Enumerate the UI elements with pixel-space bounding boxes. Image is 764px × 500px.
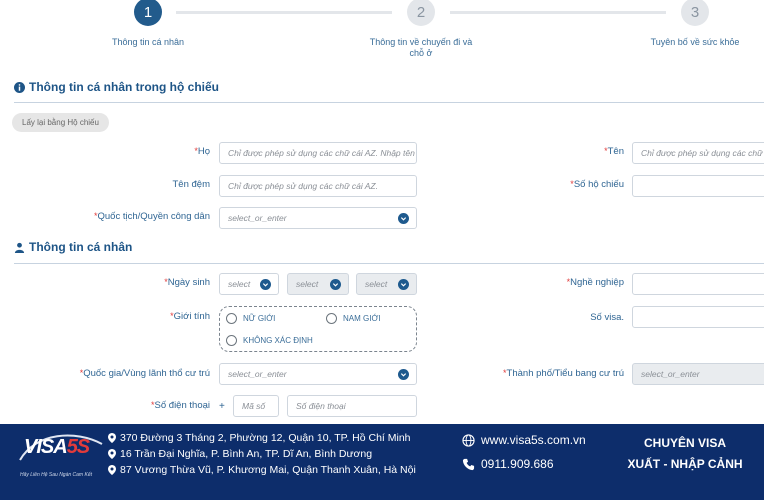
so-visa-label: Số visa. — [590, 312, 624, 323]
radio-button[interactable] — [326, 313, 337, 324]
quoc-gia-cu-tru-select[interactable]: select_or_enter — [219, 363, 417, 385]
phone-plus-sign: + — [219, 401, 225, 412]
location-pin-icon — [108, 465, 116, 475]
birth-year-select[interactable]: select — [356, 273, 417, 295]
phone-icon — [462, 458, 475, 470]
chevron-down-icon — [398, 279, 409, 290]
gender-option-male[interactable]: NAM GIỚI — [326, 313, 381, 324]
ho-input[interactable]: Chỉ được phép sử dụng các chữ cái AZ. Nh… — [219, 142, 417, 164]
chevron-down-icon — [398, 369, 409, 380]
ten-input[interactable]: Chỉ được phép sử dụng các chữ cái AZ. — [632, 142, 764, 164]
address-line-2: 16 Trần Đại Nghĩa, P. Bình An, TP. Dĩ An… — [108, 448, 372, 460]
nghe-nghiep-input[interactable] — [632, 273, 764, 295]
step-2-label: Thông tin về chuyến đi và chỗ ở — [369, 37, 473, 58]
footer-banner: VISA5S Hãy Liên Hệ Sau Ngàn Cam Kết 370 … — [0, 424, 764, 500]
quoc-tich-select[interactable]: select_or_enter — [219, 207, 417, 229]
ten-dem-label: Tên đệm — [172, 179, 211, 190]
so-ho-chieu-label: *Số hộ chiếu — [570, 179, 624, 190]
step-3-circle[interactable]: 3 — [681, 0, 709, 26]
logo-wordmark: VISA5S — [24, 436, 90, 458]
location-pin-icon — [108, 433, 116, 443]
step-connector — [450, 11, 666, 14]
step-connector — [176, 11, 392, 14]
step-2-circle[interactable]: 2 — [407, 0, 435, 26]
address-line-3: 87 Vương Thừa Vũ, P. Khương Mai, Quận Th… — [108, 464, 416, 476]
phone-link[interactable]: 0911.909.686 — [462, 457, 554, 471]
gender-option-unspecified[interactable]: KHÔNG XÁC ĐỊNH — [226, 335, 313, 346]
chevron-down-icon — [330, 279, 341, 290]
logo-tagline: Hãy Liên Hệ Sau Ngàn Cam Kết — [20, 472, 92, 478]
ngay-sinh-label: *Ngày sinh — [164, 277, 210, 288]
thanh-pho-select[interactable]: select_or_enter — [632, 363, 764, 385]
address-line-1: 370 Đường 3 Tháng 2, Phường 12, Quận 10,… — [108, 432, 411, 444]
gender-radio-group: NỮ GIỚI NAM GIỚI KHÔNG XÁC ĐỊNH — [219, 306, 417, 352]
chevron-down-icon — [398, 213, 409, 224]
progress-stepper: 1 2 3 Thông tin cá nhân Thông tin về chu… — [0, 0, 764, 70]
gender-option-female[interactable]: NỮ GIỚI — [226, 313, 275, 324]
info-icon — [14, 81, 25, 93]
phone-number-input[interactable]: Số điện thoại — [287, 395, 417, 417]
so-dien-thoai-label: *Số điện thoại — [151, 400, 210, 411]
step-1-circle[interactable]: 1 — [134, 0, 162, 26]
radio-button[interactable] — [226, 313, 237, 324]
user-icon — [14, 242, 25, 253]
location-pin-icon — [108, 449, 116, 459]
slogan-line-1: CHUYÊN VISA — [643, 436, 726, 450]
section-divider — [14, 263, 764, 264]
thanh-pho-label: *Thành phố/Tiểu bang cư trú — [503, 368, 624, 379]
chevron-down-icon — [260, 279, 271, 290]
so-visa-input[interactable] — [632, 306, 764, 328]
slogan-line-2: XUẤT - NHẬP CẢNH — [627, 457, 743, 471]
personal-section-title-text: Thông tin cá nhân — [29, 240, 133, 254]
nghe-nghiep-label: *Nghề nghiệp — [566, 277, 624, 288]
gioi-tinh-label: *Giới tính — [170, 311, 210, 322]
step-3-label: Tuyên bố về sức khỏe — [650, 37, 740, 47]
passport-section-title-text: Thông tin cá nhân trong hộ chiếu — [29, 80, 219, 94]
website-link[interactable]: www.visa5s.com.vn — [462, 433, 586, 447]
quoc-tich-label: *Quốc tịch/Quyền công dân — [93, 211, 210, 222]
visa5s-logo: VISA5S Hãy Liên Hệ Sau Ngàn Cam Kết — [14, 430, 106, 494]
birth-day-select[interactable]: select — [219, 273, 279, 295]
ten-dem-input[interactable]: Chỉ được phép sử dụng các chữ cái AZ. — [219, 175, 417, 197]
so-ho-chieu-input[interactable] — [632, 175, 764, 197]
reload-passport-button[interactable]: Lấy lại bằng Hộ chiếu — [12, 113, 109, 132]
ho-label: *Họ — [194, 146, 210, 157]
phone-code-input[interactable]: Mã số — [233, 395, 279, 417]
quoc-gia-cu-tru-label: *Quốc gia/Vùng lãnh thổ cư trú — [79, 368, 210, 379]
radio-button[interactable] — [226, 335, 237, 346]
ten-label: *Tên — [604, 146, 624, 157]
globe-icon — [462, 433, 475, 447]
passport-section-title: Thông tin cá nhân trong hộ chiếu — [14, 80, 219, 94]
section-divider — [14, 102, 764, 103]
step-1-label: Thông tin cá nhân — [111, 37, 185, 47]
birth-month-select[interactable]: select — [287, 273, 349, 295]
personal-section-title: Thông tin cá nhân — [14, 240, 132, 254]
